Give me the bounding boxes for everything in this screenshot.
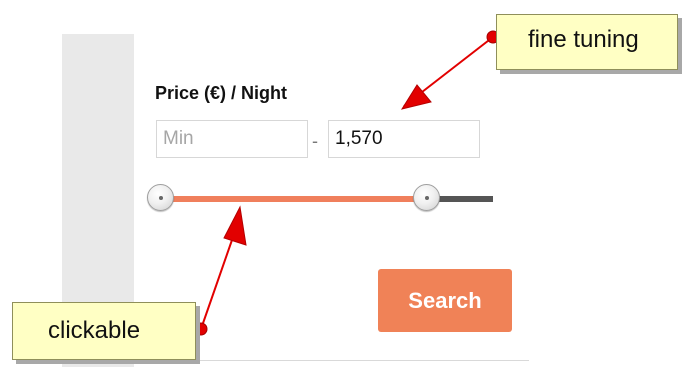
slider-selected-range[interactable] [160,196,427,202]
slider-min-handle[interactable] [147,184,174,211]
handle-grip-icon [159,196,163,200]
price-max-input[interactable] [328,120,480,158]
clickable-arrowhead-icon [223,205,247,246]
fine-tuning-pointer-line [403,36,494,107]
clickable-anchor-dot [194,322,208,336]
screenshot-stage: Price (€) / Night - Search fine tuning c… [0,0,690,367]
price-filter-label: Price (€) / Night [155,83,288,103]
fine-tuning-callout: fine tuning [496,14,678,70]
price-range-slider[interactable] [147,184,493,211]
slider-max-handle[interactable] [413,184,441,211]
fine-tuning-arrowhead-icon [400,84,432,110]
clickable-callout: clickable [12,302,196,360]
search-button[interactable]: Search [378,269,512,332]
clickable-pointer-line [200,216,241,330]
price-range-separator: - [312,131,318,151]
panel-bottom-divider [134,360,529,361]
handle-grip-icon [425,196,430,200]
price-min-input[interactable] [156,120,308,158]
